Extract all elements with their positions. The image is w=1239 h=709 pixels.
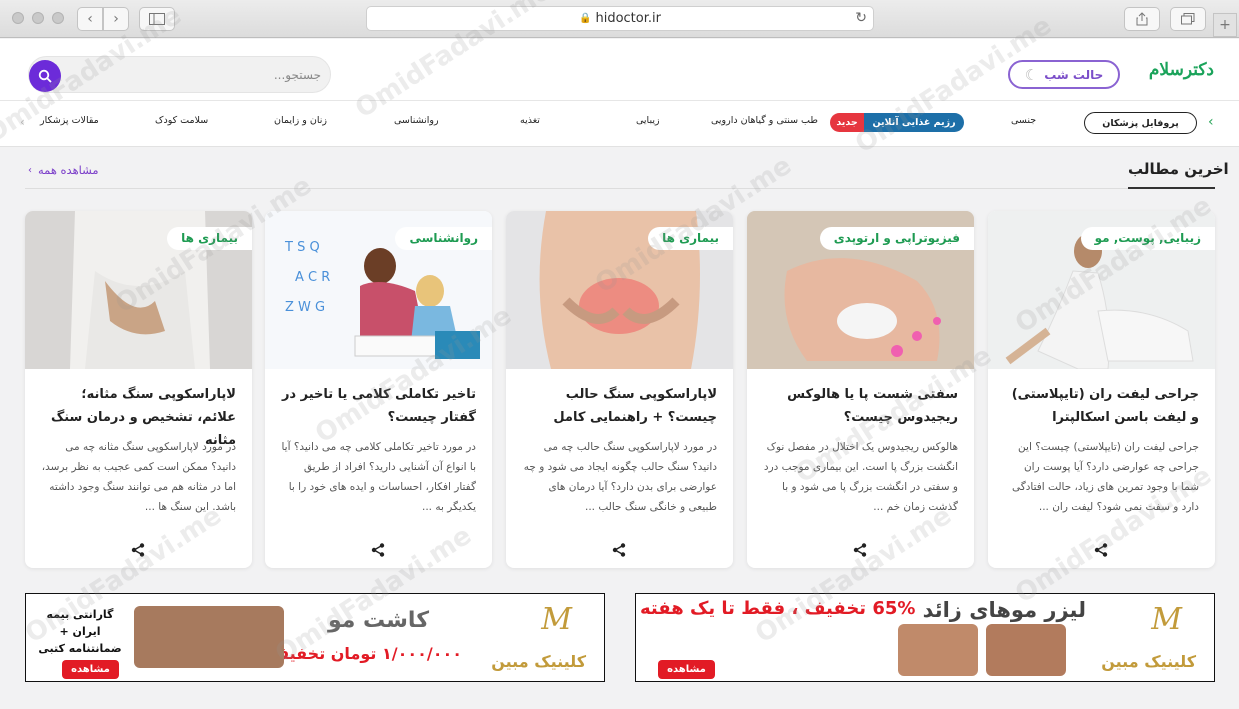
article-title[interactable]: تاخیر تکاملی کلامی یا تاخیر در گفتار چیس…: [281, 383, 476, 429]
category-badge[interactable]: فیزیوتراپی و ارتوپدی: [819, 227, 974, 250]
site-header: دکترسلام حالت شب ☾: [0, 39, 1239, 101]
nav-item-nutrition[interactable]: تغذیه: [520, 115, 540, 126]
share-icon[interactable]: [1094, 543, 1108, 557]
online-diet-label: رژیم غذایی آنلاین: [864, 113, 964, 132]
hair-transplant-ad[interactable]: M کلینیک مبین کاشت مو ۱/۰۰۰/۰۰۰ تومان تخ…: [25, 593, 605, 682]
clinic-logo: M کلینیک مبین: [1092, 602, 1202, 676]
night-mode-label: حالت شب: [1044, 67, 1104, 82]
share-icon[interactable]: [853, 543, 867, 557]
back-button[interactable]: ‹: [77, 7, 103, 31]
search-input[interactable]: [69, 63, 321, 87]
article-excerpt: در مورد تاخیر تکاملی کلامی چه می دانید؟ …: [281, 441, 476, 513]
sidebar-button[interactable]: [139, 7, 175, 31]
see-all-link[interactable]: مشاهده همه ›: [28, 163, 99, 177]
chevron-left-icon[interactable]: ‹: [20, 115, 25, 129]
forward-button[interactable]: ›: [103, 7, 129, 31]
nav-item-sexual[interactable]: جنسی: [1011, 115, 1036, 126]
search-icon: [38, 69, 52, 83]
share-icon[interactable]: [612, 543, 626, 557]
svg-text:A C R: A C R: [295, 270, 330, 285]
nav-item-beauty[interactable]: زیبایی: [636, 115, 660, 126]
close-window-button[interactable]: [12, 12, 24, 24]
article-card[interactable]: بیماری ها لاپاراسکوپی سنگ حالب چیست؟ + ر…: [506, 211, 733, 568]
category-badge[interactable]: زیبایی, پوست, مو: [1080, 227, 1215, 250]
section-title-underline: [1128, 187, 1215, 189]
guarantee-text: گارانتی بیمه ایران + ضمانتنامه کتبی: [38, 608, 122, 655]
article-card[interactable]: زیبایی, پوست, مو جراحی لیفت ران (تایپلاس…: [988, 211, 1215, 568]
nav-item-psychology[interactable]: روانشناسی: [394, 115, 439, 126]
minimize-window-button[interactable]: [32, 12, 44, 24]
after-skin-image: [986, 624, 1066, 676]
article-title[interactable]: جراحی لیفت ران (تایپلاستی) و لیفت باسن ا…: [1004, 383, 1199, 429]
section-title: اخرین مطالب: [1128, 160, 1229, 178]
article-title[interactable]: لاپاراسکوپی سنگ حالب چیست؟ + راهنمایی کا…: [522, 383, 717, 429]
clinic-logo-mark: M: [541, 602, 572, 637]
section-divider: [25, 188, 1215, 189]
article-excerpt: جراحی لیفت ران (تایپلاستی) چیست؟ این جرا…: [1011, 441, 1199, 513]
chevron-left-icon: ‹: [87, 11, 93, 27]
ad-offer: 65% تخفیف ، فقط تا یک هفته: [640, 598, 916, 619]
share-icon[interactable]: [371, 543, 385, 557]
nav-item-women[interactable]: زنان و زایمان: [274, 115, 327, 126]
doctor-profiles-label: پروفایل پزشکان: [1102, 117, 1179, 129]
tabs-icon: [1181, 13, 1195, 25]
sidebar-icon: [149, 13, 165, 25]
chevron-right-icon[interactable]: ‹: [1208, 114, 1214, 130]
share-page-icon: [1136, 12, 1148, 26]
before-skin-image: [898, 624, 978, 676]
address-bar[interactable]: 🔒 hidoctor.ir ↻: [366, 6, 874, 31]
nav-item-traditional-medicine[interactable]: طب سنتی و گیاهان دارویی: [711, 115, 818, 126]
category-badge[interactable]: بیماری ها: [167, 227, 252, 250]
ad-offer: ۱/۰۰۰/۰۰۰ تومان تخفیف: [270, 644, 462, 663]
article-excerpt: در مورد لاپاراسکوپی سنگ مثانه چه می دانی…: [41, 441, 236, 513]
share-icon[interactable]: [131, 543, 145, 557]
new-tab-button[interactable]: +: [1213, 13, 1237, 37]
article-title[interactable]: سفتی شست پا یا هالوکس ریجیدوس چیست؟: [763, 383, 958, 429]
hair-transplant-image: [134, 606, 284, 668]
chevron-left-icon: ›: [28, 164, 32, 176]
see-all-label: مشاهده همه: [38, 163, 99, 177]
category-badge[interactable]: روانشناسی: [395, 227, 492, 250]
lock-icon: 🔒: [579, 13, 592, 24]
logo-text: دکترسلام: [1148, 60, 1214, 80]
search-button[interactable]: [29, 60, 61, 92]
night-mode-toggle[interactable]: حالت شب ☾: [1008, 60, 1120, 89]
article-excerpt: هالوکس ریجیدوس یک اختلال در مفصل نوک انگ…: [763, 441, 958, 513]
plus-icon: +: [1219, 17, 1231, 33]
site-logo[interactable]: دکترسلام: [1132, 55, 1214, 83]
reload-icon[interactable]: ↻: [855, 10, 867, 26]
view-button[interactable]: مشاهده: [658, 660, 715, 679]
article-card[interactable]: T S Q A C R Z W G روانشناسی تاخیر تکاملی…: [265, 211, 492, 568]
category-nav: ‹ پروفایل پزشکان جنسی رژیم غذایی آنلاین …: [0, 101, 1239, 147]
svg-text:T S Q: T S Q: [284, 240, 320, 255]
category-badge[interactable]: بیماری ها: [648, 227, 733, 250]
laser-hair-removal-ad[interactable]: M کلینیک مبین لیزر موهای زائد 65% تخفیف …: [635, 593, 1215, 682]
url-text: hidoctor.ir: [595, 11, 661, 26]
tabs-overview-button[interactable]: [1170, 7, 1206, 31]
view-button[interactable]: مشاهده: [62, 660, 119, 679]
article-card[interactable]: بیماری ها لاپاراسکوپی سنگ مثانه؛ علائم، …: [25, 211, 252, 568]
zoom-window-button[interactable]: [52, 12, 64, 24]
article-excerpt: در مورد لاپاراسکوپی سنگ حالب چه می دانید…: [523, 441, 717, 513]
nav-item-online-diet[interactable]: رژیم غذایی آنلاین جدید: [830, 113, 964, 132]
clinic-name: کلینیک مبین: [1101, 652, 1196, 671]
article-card[interactable]: فیزیوتراپی و ارتوپدی سفتی شست پا یا هالو…: [747, 211, 974, 568]
clinic-name: کلینیک مبین: [491, 652, 586, 671]
clinic-logo-mark: M: [1151, 602, 1182, 637]
nav-item-doctor-articles[interactable]: مقالات پزشکار: [40, 115, 99, 126]
browser-toolbar: ‹ › 🔒 hidoctor.ir ↻ +: [0, 0, 1239, 38]
moon-icon: ☾: [1024, 65, 1039, 84]
ad-heading: کاشت مو: [327, 608, 429, 633]
share-browser-button[interactable]: [1124, 7, 1160, 31]
search-box: [28, 56, 331, 93]
clinic-logo: M کلینیک مبین: [482, 602, 592, 676]
svg-text:Z W G: Z W G: [285, 300, 325, 315]
new-badge: جدید: [830, 113, 864, 132]
nav-item-child-health[interactable]: سلامت کودک: [155, 115, 208, 126]
doctor-profiles-button[interactable]: پروفایل پزشکان: [1084, 112, 1197, 134]
chevron-right-icon: ›: [113, 11, 119, 27]
